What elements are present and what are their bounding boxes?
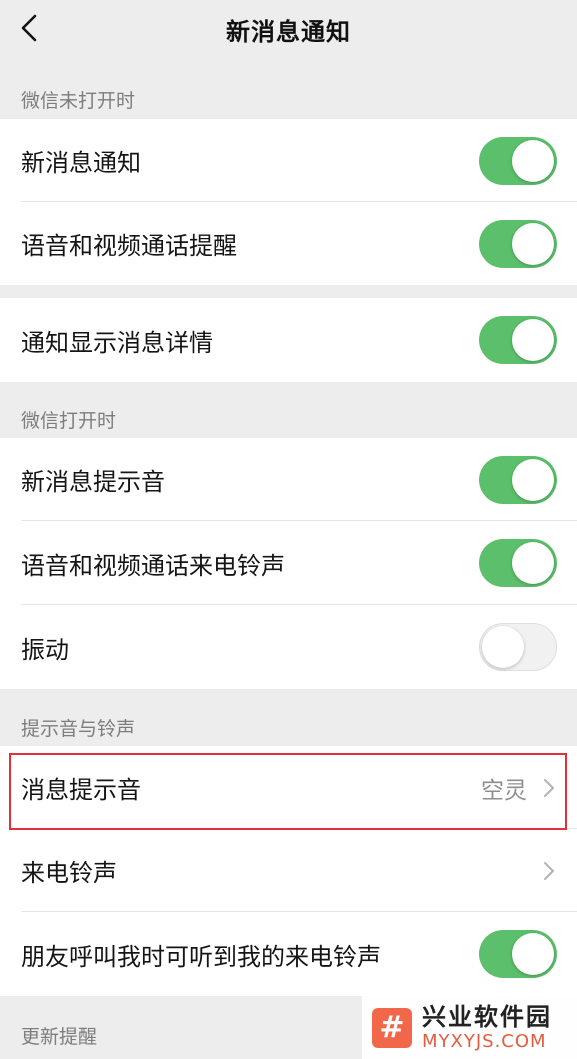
toggle-knob [512,222,554,265]
setting-row-call-ringtone[interactable]: 语音和视频通话来电铃声 [0,521,577,605]
toggle-knob [482,626,524,668]
settings-group-closed: 新消息通知 语音和视频通话提醒 [0,119,577,285]
setting-label: 振动 [21,635,69,664]
chevron-left-icon [21,14,37,42]
watermark-text: 兴业软件园 MYXYJS.COM [422,1005,552,1051]
friend-ringtone-toggle[interactable] [479,930,557,978]
setting-row-show-details[interactable]: 通知显示消息详情 [0,298,577,382]
new-message-toggle[interactable] [479,136,557,185]
setting-row-new-message[interactable]: 新消息通知 [0,119,577,202]
setting-label: 语音和视频通话提醒 [21,232,237,260]
section-header-wechat-open: 微信打开时 [21,410,117,432]
call-reminder-toggle[interactable] [479,219,557,268]
message-sound-toggle[interactable] [479,455,557,504]
setting-row-vibrate[interactable]: 振动 [0,605,577,689]
show-details-toggle[interactable] [479,316,557,364]
setting-label: 朋友呼叫我时可听到我的来电铃声 [21,942,381,971]
section-header-sounds: 提示音与铃声 [21,718,136,740]
notification-sound-value: 空灵 [481,777,527,804]
watermark-logo: # [372,1007,412,1048]
toggle-knob [512,458,554,501]
call-ringtone-toggle[interactable] [479,539,557,587]
watermark-site: MYXYJS.COM [422,1030,547,1052]
setting-label: 新消息通知 [21,149,141,177]
toggle-knob [512,542,554,584]
section-header-update: 更新提醒 [21,1026,98,1048]
nav-bar: 新消息通知 [0,0,577,58]
setting-label: 语音和视频通话来电铃声 [21,551,285,580]
setting-row-call-reminder[interactable]: 语音和视频通话提醒 [0,202,577,285]
back-button[interactable] [14,12,44,44]
settings-group-details: 通知显示消息详情 [0,298,577,382]
vibrate-toggle[interactable] [479,623,557,671]
setting-label: 来电铃声 [21,859,117,887]
setting-row-friend-ringtone[interactable]: 朋友呼叫我时可听到我的来电铃声 [0,912,577,996]
setting-label: 通知显示消息详情 [21,328,213,357]
page-title: 新消息通知 [226,17,351,46]
settings-group-sounds: 消息提示音 空灵 来电铃声 朋友呼叫我时可听到我的来电铃声 [0,746,577,996]
setting-row-notification-sound[interactable]: 消息提示音 空灵 [0,746,577,829]
toggle-knob [512,933,554,975]
setting-label: 消息提示音 [21,776,141,804]
setting-label: 新消息提示音 [21,468,165,496]
toggle-knob [512,139,554,182]
toggle-knob [512,319,554,361]
chevron-right-icon [544,861,554,880]
watermark: # 兴业软件园 MYXYJS.COM [362,996,577,1059]
chevron-right-icon [544,778,554,797]
setting-row-message-sound[interactable]: 新消息提示音 [0,438,577,521]
section-header-wechat-closed: 微信未打开时 [21,90,136,112]
setting-row-incoming-ringtone[interactable]: 来电铃声 [0,829,577,912]
settings-group-open: 新消息提示音 语音和视频通话来电铃声 振动 [0,438,577,689]
watermark-name: 兴业软件园 [422,1002,552,1031]
